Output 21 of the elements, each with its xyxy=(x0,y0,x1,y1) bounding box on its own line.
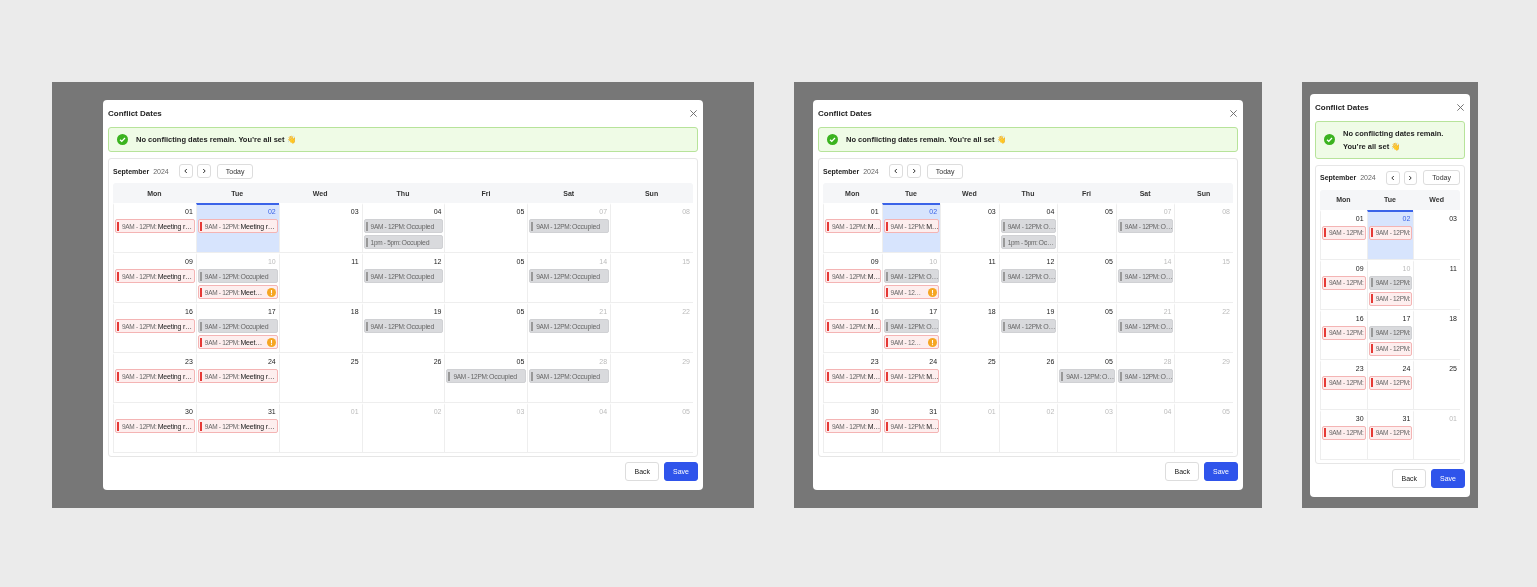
dialog-title: Conflict Dates xyxy=(108,109,162,118)
chevron-left-icon xyxy=(182,168,189,174)
dialog-title: Conflict Dates xyxy=(1315,102,1369,112)
previous-month-button[interactable] xyxy=(1385,170,1400,185)
chevron-right-icon xyxy=(1407,174,1414,181)
chevron-right-icon xyxy=(200,168,207,174)
check-circle-icon xyxy=(117,134,128,145)
next-month-button[interactable] xyxy=(196,164,211,178)
close-icon[interactable] xyxy=(1456,102,1465,112)
check-circle-icon xyxy=(1324,134,1335,145)
previous-month-button[interactable] xyxy=(178,164,193,178)
chevron-left-icon xyxy=(892,168,899,174)
chevron-left-icon xyxy=(1389,174,1396,181)
next-month-button[interactable] xyxy=(906,164,921,178)
chevron-right-icon xyxy=(910,168,917,174)
close-icon[interactable] xyxy=(689,109,698,118)
next-month-button[interactable] xyxy=(1403,170,1418,185)
previous-month-button[interactable] xyxy=(888,164,903,178)
close-icon[interactable] xyxy=(1229,109,1238,118)
dialog-title: Conflict Dates xyxy=(818,109,872,118)
check-circle-icon xyxy=(827,134,838,145)
